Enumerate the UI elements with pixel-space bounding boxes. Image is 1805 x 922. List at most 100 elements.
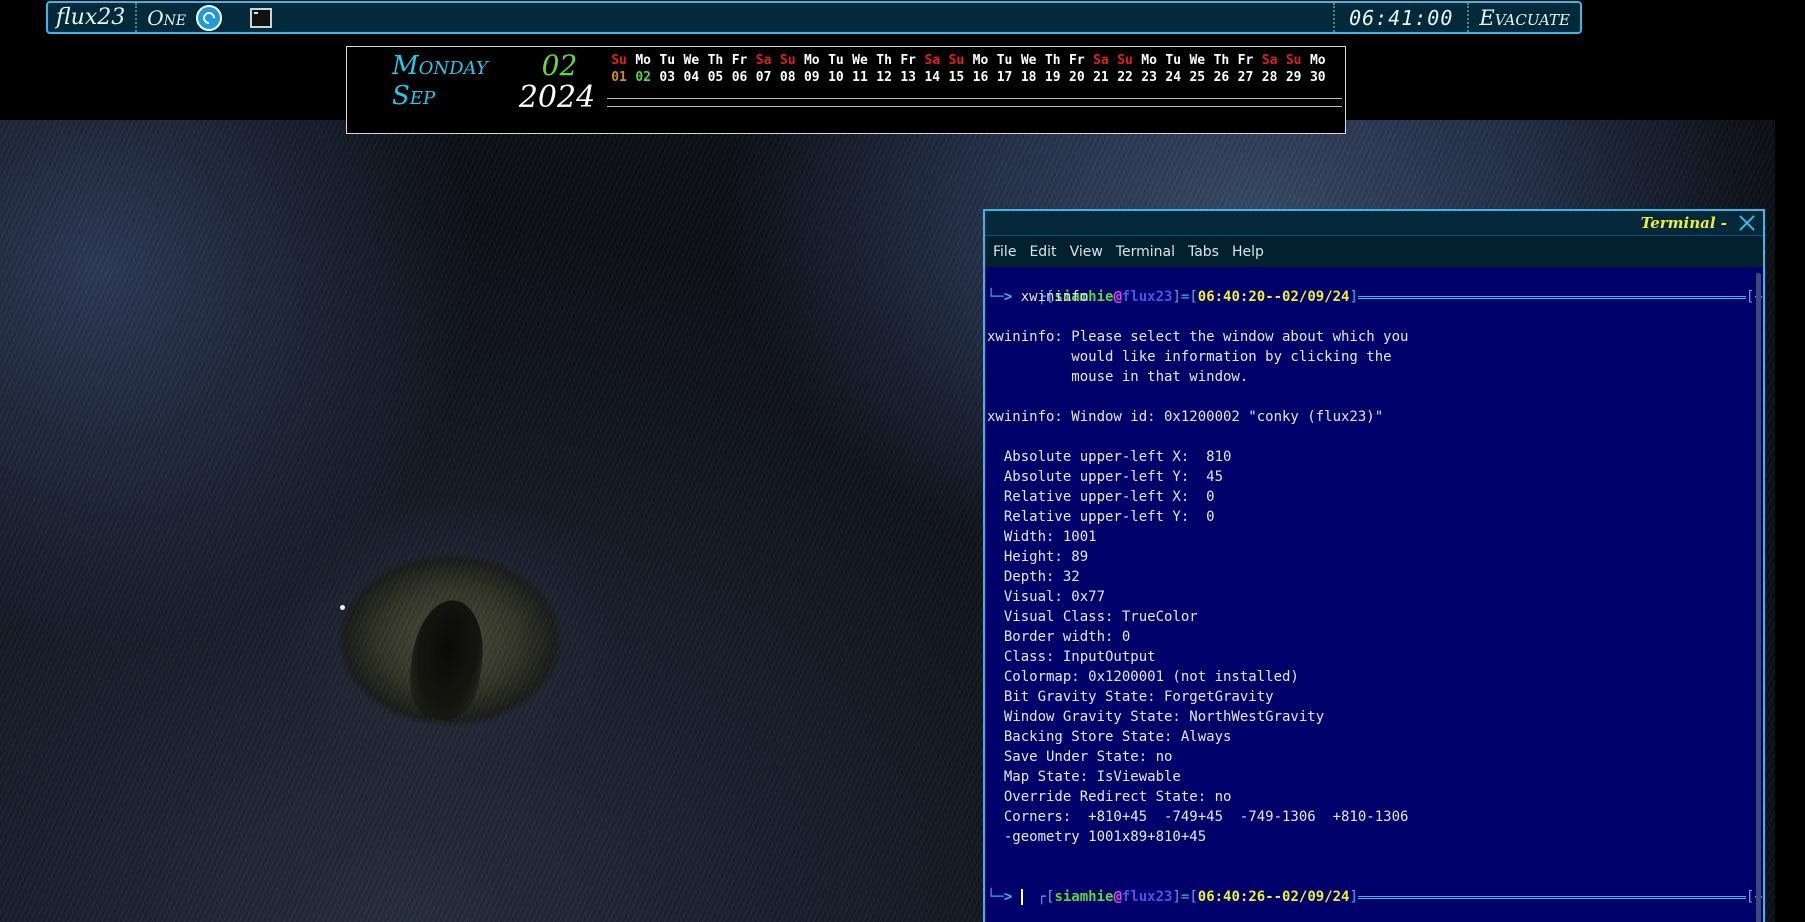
conky-divider (607, 106, 1342, 107)
close-icon[interactable] (1737, 213, 1757, 233)
conky-month: Sep (392, 81, 436, 111)
calendar-date: 18 (1020, 70, 1037, 85)
calendar-weekday-label: Th (1044, 53, 1061, 68)
conky-date-words: Monday Sep (392, 51, 488, 111)
output-line: Width: 1001 (987, 529, 1097, 545)
output-line: Depth: 32 (987, 569, 1080, 585)
conky-month-strip: Su Mo Tu We Th Fr Sa Su Mo Tu We Th Fr Sa Su Mo Tu We Th Fr… (607, 52, 1337, 86)
calendar-date: 25 (1189, 70, 1206, 85)
output-line: xwininfo: Please select the window about… (987, 329, 1409, 345)
output-line: Class: InputOutput (987, 649, 1156, 665)
menu-file[interactable]: File (993, 244, 1016, 260)
calendar-weekday-label: Mo (803, 53, 820, 68)
calendar-date: 15 (948, 70, 965, 85)
text-cursor (1020, 889, 1023, 905)
calendar-date: 08 (779, 70, 796, 85)
panel-clock: 06:41:00 (1333, 3, 1467, 32)
browser-launcher-icon[interactable] (196, 4, 223, 31)
exit-button[interactable]: Evacuate (1467, 3, 1580, 32)
output-line: Map State: IsViewable (987, 769, 1181, 785)
calendar-weekday-label: Su (1285, 53, 1302, 68)
output-line: Height: 89 (987, 549, 1089, 565)
calendar-weekday-label: Mo (972, 53, 989, 68)
calendar-weekday-label: Sa (1093, 53, 1109, 68)
calendar-date: 22 (1117, 70, 1133, 85)
terminal-window[interactable]: Terminal - File Edit View Terminal Tabs Help … (983, 209, 1765, 922)
calendar-date: 20 (1069, 70, 1085, 85)
calendar-weekday-label: Mo (1141, 53, 1157, 68)
calendar-weekday-label: Su (948, 53, 965, 68)
prompt-line: ┌[siamhie@flux23]=[06:40:20--02/09/24][~… (987, 267, 1763, 305)
prompt-rule (1357, 895, 1746, 899)
calendar-weekday-label: Fr (1069, 53, 1085, 68)
conky-calendar: Monday Sep 02 2024 Su Mo Tu We Th Fr Sa Su Mo Tu W… (346, 46, 1346, 134)
calendar-weekday-label: Su (1117, 53, 1133, 68)
calendar-weekday-label: Mo (1309, 53, 1326, 68)
panel-logo[interactable]: flux23 (48, 3, 138, 32)
output-line: Backing Store State: Always (987, 729, 1232, 745)
calendar-weekday-label: Mo (635, 53, 651, 68)
command-output: xwininfo: Please select the window about… (987, 307, 1763, 867)
conky-day-number: 02 (541, 49, 578, 82)
output-line: Save Under State: no (987, 749, 1173, 765)
output-line: would like information by clicking the (987, 349, 1392, 365)
terminal-title: Terminal - (1640, 214, 1727, 232)
menu-help[interactable]: Help (1232, 244, 1264, 260)
output-line: Relative upper-left X: 0 (987, 489, 1215, 505)
menu-tabs[interactable]: Tabs (1188, 244, 1219, 260)
calendar-weekday-label: Fr (1237, 53, 1254, 68)
output-line: Corners: +810+45 -749+45 -749-1306 +810-… (987, 809, 1409, 825)
calendar-weekday-label: Th (1213, 53, 1230, 68)
calendar-weekday-label: We (1020, 53, 1037, 68)
output-line: mouse in that window. (987, 369, 1249, 385)
calendar-date: 30 (1309, 70, 1326, 85)
calendar-weekday-label: We (852, 53, 868, 68)
calendar-weekday-row: Su Mo Tu We Th Fr Sa Su Mo Tu We Th Fr Sa Su Mo Tu We Th Fr… (607, 52, 1337, 69)
output-line: -geometry 1001x89+810+45 (987, 829, 1207, 845)
workspace-name[interactable]: One (137, 6, 196, 30)
terminal-scrollbar[interactable] (1756, 273, 1761, 922)
prompt-time: 06:40:20--02/09/24 (1197, 289, 1350, 305)
launcher-glyph-icon (200, 9, 218, 26)
calendar-weekday-label: Fr (900, 53, 916, 68)
menu-terminal[interactable]: Terminal (1116, 244, 1175, 260)
output-line: Absolute upper-left X: 810 (987, 449, 1232, 465)
output-line: Colormap: 0x1200001 (not installed) (987, 669, 1299, 685)
calendar-date: 06 (731, 70, 748, 85)
calendar-weekday-label: We (683, 53, 700, 68)
prompt-host: flux23 (1121, 889, 1173, 905)
calendar-date: 12 (876, 70, 892, 85)
output-line: Window Gravity State: NorthWestGravity (987, 709, 1325, 725)
top-panel: flux23 One 06:41:00 Evacuate (46, 1, 1582, 34)
terminal-task-icon[interactable] (250, 7, 273, 28)
calendar-date: 27 (1237, 70, 1254, 85)
menu-view[interactable]: View (1070, 244, 1103, 260)
menu-edit[interactable]: Edit (1029, 244, 1056, 260)
calendar-date: 29 (1285, 70, 1302, 85)
calendar-weekday-label: Sa (755, 53, 772, 68)
calendar-date: 24 (1165, 70, 1182, 85)
calendar-date: 01 (611, 70, 627, 85)
prompt-time: 06:40:26--02/09/24 (1197, 889, 1350, 905)
output-line: Visual Class: TrueColor (987, 609, 1198, 625)
calendar-weekday-label: Sa (924, 53, 941, 68)
calendar-date-row: 01 02 03 04 05 06 07 08 09 10 11 12 13 14 15 16 17 18 19 20… (607, 69, 1337, 86)
prompt-host: flux23 (1121, 289, 1173, 305)
calendar-date: 07 (755, 70, 772, 85)
terminal-titlebar[interactable]: Terminal - (985, 211, 1763, 236)
output-line: Absolute upper-left Y: 45 (987, 469, 1224, 485)
prompt-user: siamhie (1054, 889, 1114, 905)
calendar-weekday-label: Tu (828, 53, 844, 68)
calendar-date: 23 (1141, 70, 1157, 85)
prompt-rule (1357, 295, 1746, 299)
calendar-weekday-label: Th (876, 53, 892, 68)
calendar-weekday-label: We (1189, 53, 1206, 68)
command-text: xwininfo (1020, 289, 1089, 305)
calendar-date: 04 (683, 70, 700, 85)
calendar-weekday-label: Su (779, 53, 796, 68)
calendar-date: 13 (900, 70, 916, 85)
prompt-line: ┌[siamhie@flux23]=[06:40:26--02/09/24][~… (987, 867, 1763, 905)
terminal-output[interactable]: ┌[siamhie@flux23]=[06:40:20--02/09/24][~… (985, 267, 1763, 922)
conky-weekday: Monday (392, 51, 488, 81)
